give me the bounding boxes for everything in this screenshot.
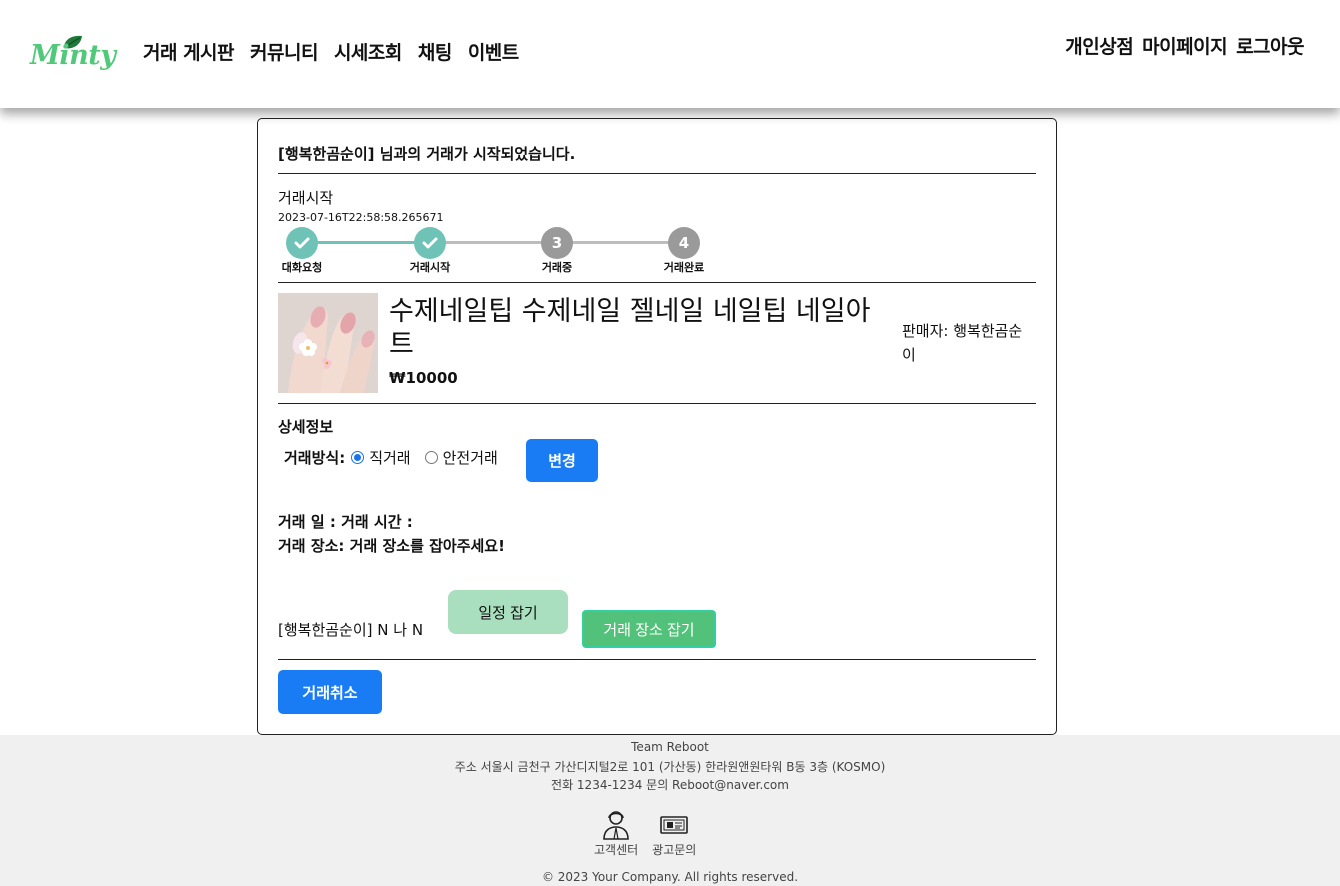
nav-logout[interactable]: 로그아웃: [1236, 32, 1304, 59]
user-nav: 개인상점 마이페이지 로그아웃: [1065, 32, 1304, 59]
option-safe-trade[interactable]: 안전거래: [443, 447, 498, 468]
footer-links: 고객센터 광고문의: [594, 809, 696, 858]
step-4-number: 4: [668, 227, 700, 259]
detail-section-title: 상세정보: [278, 418, 334, 436]
step-1-check: [286, 227, 318, 259]
footer-contact: 전화 1234-1234 문의 Reboot@naver.com: [551, 778, 789, 792]
nav-chat[interactable]: 채팅: [418, 38, 452, 65]
footer-copyright: © 2023 Your Company. All rights reserved…: [541, 870, 799, 884]
step-3-number: 3: [541, 227, 573, 259]
step-2-check: [414, 227, 446, 259]
trade-title: [행복한곰순이] 님과의 거래가 시작되었습니다.: [278, 145, 576, 163]
nav-price-check[interactable]: 시세조회: [334, 38, 402, 65]
check-icon: [422, 237, 438, 249]
change-method-button[interactable]: 변경: [526, 439, 598, 482]
main-nav: 거래 게시판 커뮤니티 시세조회 채팅 이벤트: [143, 38, 519, 65]
participants-status: [행복한곰순이] N 나 N: [278, 621, 424, 639]
trade-method-group: 거래방식: 직거래 안전거래: [284, 447, 506, 468]
seller-name: 판매자: 행복한곰순이: [902, 322, 1023, 364]
site-header: Minty 거래 게시판 커뮤니티 시세조회 채팅 이벤트 개인상점 마이페이지…: [0, 0, 1340, 108]
step-label: 대화요청: [281, 261, 323, 274]
step-connector-done: [302, 241, 430, 244]
nav-my-shop[interactable]: 개인상점: [1065, 32, 1133, 59]
trade-card: [행복한곰순이] 님과의 거래가 시작되었습니다. 거래시작 2023-07-1…: [257, 118, 1057, 735]
radio-safe-trade[interactable]: [424, 451, 438, 464]
divider: [278, 403, 1036, 404]
nav-trade-board[interactable]: 거래 게시판: [143, 38, 235, 65]
nav-event[interactable]: 이벤트: [468, 38, 519, 65]
set-place-button[interactable]: 거래 장소 잡기: [582, 610, 716, 648]
cancel-trade-button[interactable]: 거래취소: [278, 670, 382, 714]
footer-link-ad-inquiry[interactable]: 광고문의: [652, 809, 696, 858]
logo[interactable]: Minty: [22, 32, 116, 78]
check-icon: [294, 237, 310, 249]
step-label: 거래중: [541, 261, 573, 274]
nail-photo: [278, 293, 378, 393]
product-image[interactable]: [278, 293, 378, 393]
trade-status-label: 거래시작: [278, 189, 334, 207]
product-title[interactable]: 수제네일팁 수제네일 젤네일 네일팁 네일아트: [389, 295, 889, 361]
footer-link-label: 고객센터: [594, 843, 639, 857]
option-direct-trade[interactable]: 직거래: [369, 447, 410, 468]
footer-address: 주소 서울시 금천구 가산디지털2로 101 (가산동) 한라원앤원타워 B동 …: [454, 760, 886, 774]
footer-link-customer-center[interactable]: 고객센터: [594, 809, 638, 858]
step-label: 거래완료: [663, 261, 705, 274]
radio-direct-trade[interactable]: [351, 451, 365, 464]
step-label: 거래시작: [409, 261, 451, 274]
logo-text: Minty: [30, 40, 116, 71]
trade-datetime: 거래 일 : 거래 시간 :: [278, 513, 413, 531]
schedule-button[interactable]: 일정 잡기: [448, 590, 568, 634]
footer-team: Team Reboot: [631, 740, 709, 754]
trade-place: 거래 장소: 거래 장소를 잡아주세요!: [278, 537, 505, 555]
ad-inquiry-icon: [660, 816, 689, 834]
trade-status-time: 2023-07-16T22:58:58.265671: [278, 211, 444, 224]
divider: [278, 173, 1036, 174]
divider: [278, 282, 1036, 283]
nav-mypage[interactable]: 마이페이지: [1142, 32, 1227, 59]
customer-service-icon: [603, 811, 629, 840]
product-price: ₩10000: [389, 369, 458, 387]
nav-community[interactable]: 커뮤니티: [250, 38, 318, 65]
trade-method-label: 거래방식:: [284, 449, 346, 467]
site-footer: Team Reboot 주소 서울시 금천구 가산디지털2로 101 (가산동)…: [0, 735, 1340, 886]
divider: [278, 659, 1036, 660]
footer-link-label: 광고문의: [652, 843, 697, 857]
